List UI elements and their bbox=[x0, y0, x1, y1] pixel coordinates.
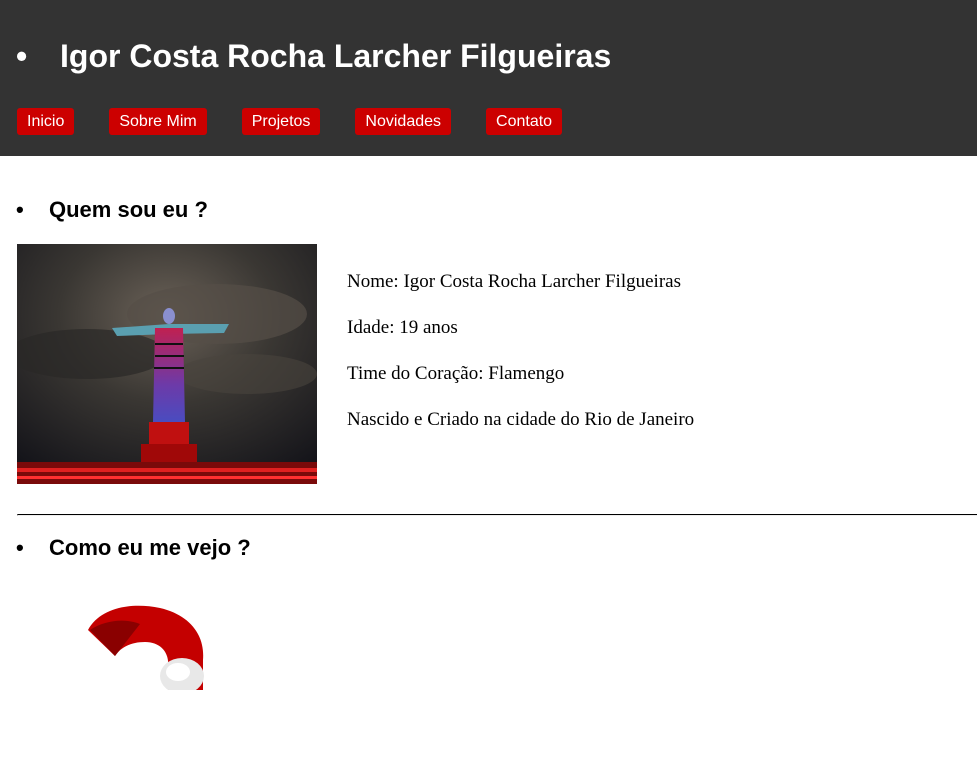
site-title-text: Igor Costa Rocha Larcher Filgueiras bbox=[60, 38, 612, 74]
nav-inicio[interactable]: Inicio bbox=[17, 108, 75, 135]
self-view-title-text: Como eu me vejo ? bbox=[49, 535, 251, 560]
bullet-marker: • bbox=[16, 197, 24, 222]
info-team: Time do Coração: Flamengo bbox=[347, 363, 565, 384]
bullet-marker: • bbox=[16, 38, 28, 74]
about-title-text: Quem sou eu ? bbox=[49, 197, 208, 222]
info-age: Idade: 19 anos bbox=[347, 317, 458, 338]
about-section-title: • Quem sou eu ? bbox=[0, 196, 400, 224]
info-origin: Nascido e Criado na cidade do Rio de Jan… bbox=[347, 409, 695, 430]
section-divider bbox=[17, 514, 977, 516]
self-view-section-title: • Como eu me vejo ? bbox=[0, 534, 400, 562]
nav-sobre-mim[interactable]: Sobre Mim bbox=[109, 108, 207, 135]
nav-contato[interactable]: Contato bbox=[486, 108, 563, 135]
info-name: Nome: Igor Costa Rocha Larcher Filgueira… bbox=[347, 271, 681, 292]
christ-redeemer-photo bbox=[17, 244, 317, 484]
bullet-marker: • bbox=[16, 535, 24, 560]
about-info: Nome: Igor Costa Rocha Larcher Filgueira… bbox=[347, 270, 694, 454]
nav-novidades[interactable]: Novidades bbox=[355, 108, 452, 135]
site-header: • Igor Costa Rocha Larcher Filgueiras In… bbox=[0, 0, 977, 156]
question-mark-image bbox=[70, 590, 220, 690]
nav-projetos[interactable]: Projetos bbox=[241, 108, 321, 135]
main-nav: Inicio Sobre Mim Projetos Novidades Cont… bbox=[17, 108, 597, 135]
